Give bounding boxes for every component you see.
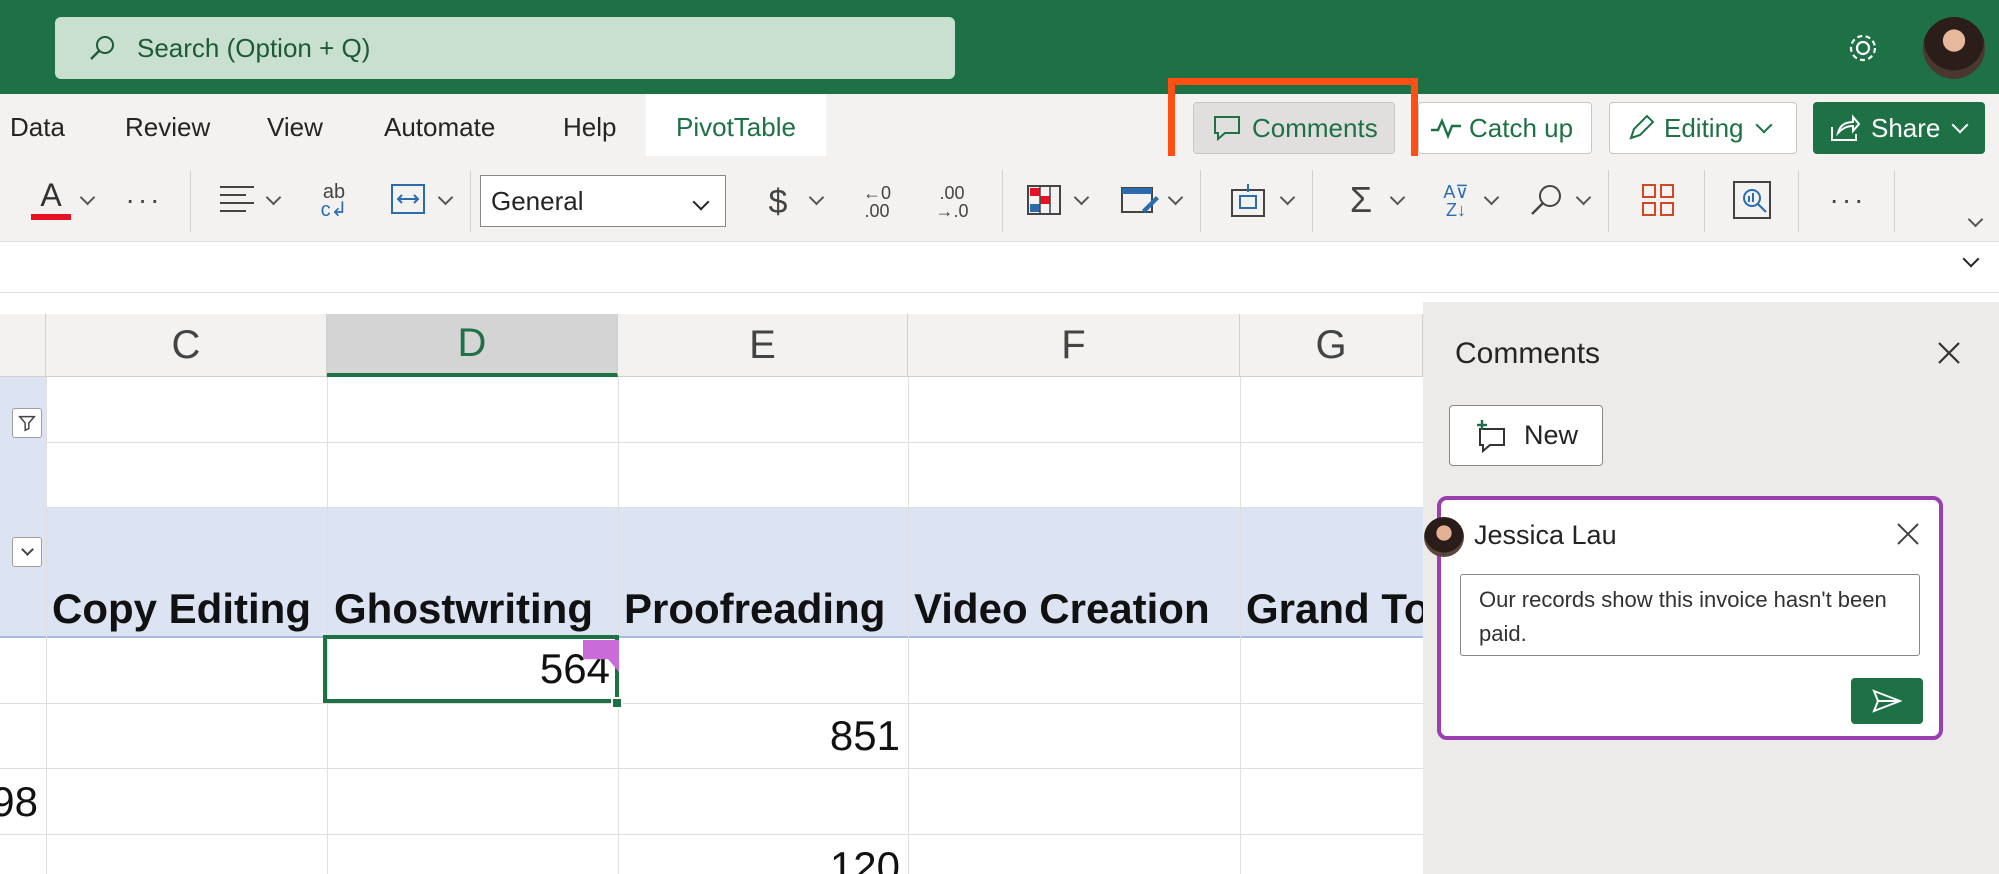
number-format-value: General bbox=[491, 185, 584, 216]
user-avatar[interactable] bbox=[1923, 17, 1985, 79]
font-color-icon: A bbox=[40, 177, 62, 213]
pivot-column-header[interactable]: Video Creation bbox=[914, 585, 1210, 633]
pencil-icon bbox=[1629, 114, 1655, 140]
table-row bbox=[0, 638, 1423, 704]
chevron-down-icon bbox=[692, 193, 710, 211]
ribbon-toolbar bbox=[0, 156, 1999, 242]
title-bar: Search (Option + Q) bbox=[0, 0, 1999, 94]
find-icon[interactable] bbox=[1528, 182, 1564, 218]
toolbar-divider bbox=[1312, 170, 1313, 232]
toolbar-divider bbox=[1002, 170, 1003, 232]
send-icon bbox=[1872, 689, 1902, 713]
pivot-column-header[interactable]: Proofreading bbox=[624, 585, 885, 633]
pivot-column-header[interactable]: Ghostwriting bbox=[334, 585, 593, 633]
currency-icon[interactable]: $ bbox=[762, 180, 794, 224]
sort-filter-icon[interactable]: A⊽ Z↓ bbox=[1434, 180, 1478, 222]
number-format-select[interactable]: General bbox=[480, 175, 726, 227]
formula-bar[interactable] bbox=[0, 247, 1999, 293]
comment-text-field[interactable]: Our records show this invoice hasn't bee… bbox=[1460, 574, 1920, 656]
column-header-e[interactable]: E bbox=[618, 314, 908, 377]
close-icon[interactable] bbox=[1894, 520, 1922, 548]
wrap-text-icon[interactable]: ab c↲ bbox=[314, 180, 354, 222]
insert-cells-icon[interactable] bbox=[1230, 182, 1266, 218]
tab-data[interactable]: Data bbox=[10, 112, 65, 143]
tab-view[interactable]: View bbox=[267, 112, 323, 143]
tab-review[interactable]: Review bbox=[125, 112, 210, 143]
catch-up-label: Catch up bbox=[1469, 112, 1574, 143]
toolbar-divider bbox=[1608, 170, 1609, 232]
column-header-b[interactable] bbox=[0, 314, 46, 377]
close-icon[interactable] bbox=[1934, 338, 1964, 368]
column-gridline bbox=[908, 377, 909, 874]
toolbar-divider bbox=[190, 170, 191, 232]
search-placeholder: Search (Option + Q) bbox=[137, 32, 371, 63]
pivot-column-header[interactable]: Copy Editing bbox=[52, 585, 311, 633]
toolbar-divider bbox=[1798, 170, 1799, 232]
align-icon[interactable] bbox=[218, 182, 256, 218]
selected-cell[interactable] bbox=[323, 635, 619, 703]
filter-icon bbox=[18, 415, 36, 432]
cell-value[interactable]: 851 bbox=[760, 712, 900, 760]
pivot-column-header[interactable]: Grand To bbox=[1246, 585, 1423, 633]
add-ins-icon[interactable] bbox=[1640, 182, 1676, 218]
gear-icon[interactable] bbox=[1843, 28, 1883, 68]
column-gridline bbox=[327, 377, 328, 874]
decrease-decimal-icon[interactable]: .00 →.0 bbox=[930, 178, 974, 226]
dropdown-button[interactable] bbox=[12, 537, 42, 567]
table-row bbox=[0, 769, 1423, 835]
editing-mode-button[interactable]: Editing bbox=[1609, 102, 1797, 154]
search-icon bbox=[90, 36, 114, 60]
column-header-d[interactable]: D bbox=[327, 314, 618, 377]
grid-row bbox=[0, 443, 1423, 508]
chevron-down-icon[interactable] bbox=[1962, 250, 1980, 268]
comment-author: Jessica Lau bbox=[1474, 520, 1617, 550]
grid-row bbox=[0, 377, 1423, 443]
tab-pivottable[interactable]: PivotTable bbox=[646, 94, 826, 156]
new-comment-icon bbox=[1477, 419, 1505, 453]
chevron-down-icon bbox=[1755, 116, 1772, 134]
increase-decimal-icon[interactable]: ←0 .00 bbox=[855, 178, 899, 226]
toolbar-divider bbox=[1200, 170, 1201, 232]
toolbar-divider bbox=[470, 170, 471, 232]
row-area-shading bbox=[0, 377, 46, 508]
toolbar-divider bbox=[1704, 170, 1705, 232]
share-label: Share bbox=[1871, 112, 1941, 143]
toolbar-divider bbox=[1894, 170, 1895, 232]
filter-button[interactable] bbox=[12, 408, 42, 438]
avatar bbox=[1424, 517, 1464, 557]
new-comment-button[interactable]: New bbox=[1449, 405, 1603, 466]
catch-up-button[interactable]: Catch up bbox=[1418, 102, 1592, 154]
autosum-icon[interactable]: Σ bbox=[1344, 178, 1378, 222]
editing-label: Editing bbox=[1664, 112, 1744, 143]
tab-automate[interactable]: Automate bbox=[384, 112, 495, 143]
conditional-formatting-icon[interactable] bbox=[1026, 184, 1062, 216]
cell-value[interactable]: 120 bbox=[760, 843, 900, 874]
more-options-icon[interactable]: ··· bbox=[1826, 180, 1870, 220]
share-icon bbox=[1831, 114, 1861, 141]
more-options-icon[interactable]: ··· bbox=[122, 180, 166, 220]
column-header-g[interactable]: G bbox=[1240, 314, 1423, 377]
column-header-c[interactable]: C bbox=[46, 314, 327, 377]
table-row bbox=[0, 704, 1423, 769]
merge-cells-icon[interactable] bbox=[390, 182, 426, 216]
new-comment-label: New bbox=[1524, 420, 1579, 450]
cell-value[interactable]: 98 bbox=[0, 778, 38, 826]
font-color-swatch bbox=[31, 214, 71, 220]
font-color-button[interactable]: A bbox=[30, 176, 72, 224]
format-as-table-icon[interactable] bbox=[1120, 184, 1160, 216]
comments-pane-title: Comments bbox=[1455, 337, 1601, 370]
analyze-data-icon[interactable] bbox=[1732, 180, 1772, 220]
send-button[interactable] bbox=[1851, 678, 1923, 724]
column-gridline bbox=[618, 377, 619, 874]
column-gridline bbox=[46, 377, 47, 874]
search-box[interactable]: Search (Option + Q) bbox=[55, 17, 955, 79]
chevron-down-icon bbox=[1951, 116, 1969, 134]
column-gridline bbox=[1240, 377, 1241, 874]
column-header-f[interactable]: F bbox=[908, 314, 1240, 377]
fill-handle[interactable] bbox=[611, 697, 623, 709]
chevron-down-icon bbox=[20, 542, 34, 556]
catch-up-icon bbox=[1431, 117, 1461, 140]
share-button[interactable]: Share bbox=[1813, 102, 1985, 154]
tab-help[interactable]: Help bbox=[563, 112, 616, 143]
